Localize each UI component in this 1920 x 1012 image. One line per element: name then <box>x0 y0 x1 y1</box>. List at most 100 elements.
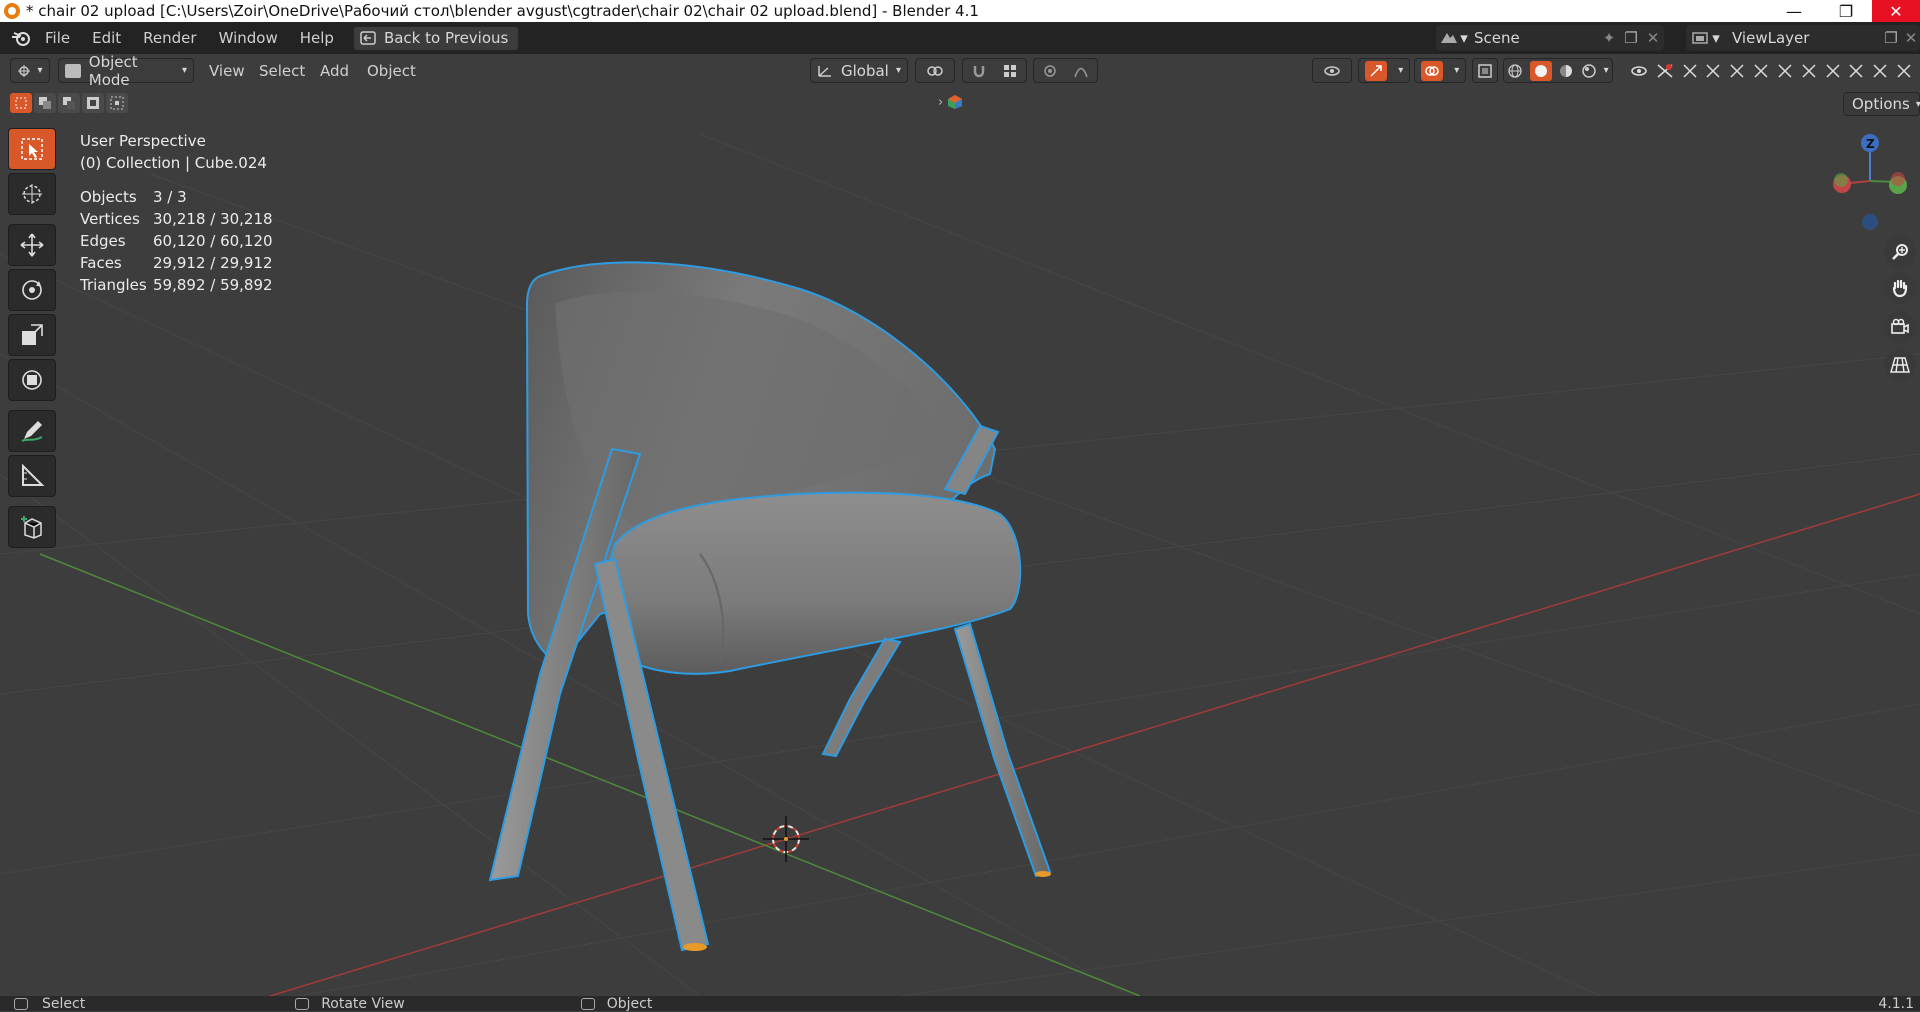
status-select-hint: Select <box>42 995 86 1012</box>
viewlayer-icon: ▾ <box>1686 29 1724 47</box>
scene-selector[interactable]: ▾ Scene ✦ ❐ ✕ <box>1436 25 1664 51</box>
menu-select[interactable]: Select <box>248 54 316 88</box>
snap-magnet-icon[interactable] <box>972 64 986 78</box>
pin-icon[interactable]: ✦ <box>1598 29 1620 47</box>
blender-menu-icon[interactable] <box>8 29 34 47</box>
chair-leg-back-left[interactable] <box>821 637 902 758</box>
delete-viewlayer-icon[interactable]: ✕ <box>1902 29 1920 47</box>
menu-view[interactable]: View <box>198 54 256 88</box>
editor-type-button[interactable]: ▾ <box>10 58 50 83</box>
toggle-x-icon-3[interactable] <box>1729 63 1745 79</box>
toggle-x-icon-1[interactable] <box>1682 63 1698 79</box>
tool-shelf <box>8 128 60 551</box>
material-preview-icon[interactable] <box>1558 63 1574 79</box>
camera-view-button[interactable] <box>1884 311 1916 343</box>
menu-render[interactable]: Render <box>132 22 207 54</box>
close-icon[interactable]: ✕ <box>1872 0 1920 22</box>
selectability-visibility-button[interactable] <box>1312 58 1352 83</box>
snap-increment-icon[interactable] <box>1003 64 1017 78</box>
snap-controls[interactable] <box>962 58 1027 83</box>
new-scene-icon[interactable]: ❐ <box>1620 29 1642 47</box>
top-menubar: File Edit Render Window Help Back to Pre… <box>0 22 1920 54</box>
viewport-3d[interactable]: Z <box>0 54 1920 996</box>
toggle-x-icon-4[interactable] <box>1753 63 1769 79</box>
delete-scene-icon[interactable]: ✕ <box>1642 29 1664 47</box>
toggle-perspective-button[interactable] <box>1884 349 1916 381</box>
navigation-gizmo[interactable]: Z <box>1833 134 1907 230</box>
tool-cursor[interactable] <box>8 173 56 215</box>
gizmo-toggle-icon[interactable] <box>1364 60 1387 81</box>
mode-selector[interactable]: Object Mode ▾ <box>58 53 194 89</box>
select-extend-icon[interactable] <box>34 93 56 113</box>
shading-mode-group[interactable]: ▾ <box>1503 58 1613 83</box>
toggle-x-icon-8[interactable] <box>1848 63 1864 79</box>
blender-version: 4.1.1 <box>1878 995 1914 1012</box>
visibility-eye-icon[interactable] <box>1630 64 1648 78</box>
tool-transform[interactable] <box>8 359 56 401</box>
toggle-x-icon-10[interactable] <box>1896 63 1912 79</box>
viewport-header: ▾ Object Mode ▾ View Select Add Object G… <box>0 53 1920 89</box>
back-to-previous-button[interactable]: Back to Previous <box>352 25 520 51</box>
xray-toggle-button[interactable] <box>1472 58 1498 83</box>
chevron-right-icon: › <box>938 94 944 110</box>
toggle-x-icon-5[interactable] <box>1777 63 1793 79</box>
3d-cursor[interactable] <box>763 816 809 862</box>
gizmo-toggle-group[interactable]: ▾ <box>1358 58 1410 83</box>
rendered-shading-icon[interactable] <box>1581 63 1597 79</box>
toggle-x-icon-6[interactable] <box>1801 63 1817 79</box>
solid-shading-icon[interactable] <box>1529 60 1552 81</box>
viewlayer-selector[interactable]: ▾ ViewLayer ❐ ✕ <box>1686 25 1920 51</box>
chair-leg-back-right[interactable] <box>953 622 1052 878</box>
restore-icon[interactable]: ❐ <box>1820 0 1872 22</box>
toggle-x-icon-7[interactable] <box>1825 63 1841 79</box>
neg-z-axis-handle[interactable] <box>1862 214 1878 230</box>
menu-add[interactable]: Add <box>309 54 360 88</box>
selection-mode-buttons <box>10 93 128 113</box>
proportional-editing-controls[interactable] <box>1033 58 1098 83</box>
back-icon <box>360 31 376 45</box>
tool-measure[interactable] <box>8 455 56 497</box>
scene-name: Scene <box>1474 29 1520 47</box>
collection-visibility-toggles <box>1630 58 1920 83</box>
pivot-icon <box>926 64 944 78</box>
select-invert-icon[interactable] <box>82 93 104 113</box>
stat-row-triangles: Triangles 59,892 / 59,892 <box>80 276 273 294</box>
select-subtract-icon[interactable] <box>58 93 80 113</box>
gizmo-popover-toggle[interactable]: › <box>938 94 963 110</box>
tool-scale[interactable] <box>8 314 56 356</box>
menu-edit[interactable]: Edit <box>81 22 132 54</box>
menu-help[interactable]: Help <box>289 22 345 54</box>
toggle-x-icon-2[interactable] <box>1705 63 1721 79</box>
pivot-point-button[interactable] <box>915 58 955 83</box>
object-mode-icon <box>65 63 81 78</box>
minimize-icon[interactable]: — <box>1768 0 1820 22</box>
toggle-x-icon-9[interactable] <box>1872 63 1888 79</box>
options-dropdown[interactable]: Options ▾ <box>1843 92 1920 116</box>
wireframe-shading-icon[interactable] <box>1507 63 1523 79</box>
select-new-icon[interactable] <box>10 93 32 113</box>
tool-add-cube[interactable] <box>8 506 56 548</box>
select-intersect-icon[interactable] <box>106 93 128 113</box>
tool-rotate[interactable] <box>8 269 56 311</box>
overlay-toggle-group[interactable]: ▾ <box>1414 58 1466 83</box>
restrict-toggle-icon[interactable] <box>1656 63 1674 79</box>
pan-button[interactable] <box>1884 272 1916 304</box>
tool-select-box[interactable] <box>8 128 56 170</box>
chair-seat-cushion[interactable] <box>606 491 1022 675</box>
zoom-magnifier-icon <box>1890 242 1910 262</box>
rotate-icon <box>19 277 45 303</box>
tool-annotate[interactable] <box>8 410 56 452</box>
transform-orientation-selector[interactable]: Global ▾ <box>810 58 908 83</box>
blender-logo-icon <box>4 3 20 19</box>
menu-file[interactable]: File <box>34 22 81 54</box>
falloff-icon[interactable] <box>1074 64 1088 78</box>
tool-move[interactable] <box>8 224 56 266</box>
overlays-icon[interactable] <box>1420 60 1443 81</box>
menu-window[interactable]: Window <box>208 22 289 54</box>
camera-icon <box>1890 317 1910 337</box>
new-viewlayer-icon[interactable]: ❐ <box>1880 29 1902 47</box>
proportional-editing-icon[interactable] <box>1043 64 1057 78</box>
zoom-button[interactable] <box>1884 236 1916 268</box>
z-axis-label: Z <box>1866 137 1875 151</box>
menu-object[interactable]: Object <box>356 54 427 88</box>
